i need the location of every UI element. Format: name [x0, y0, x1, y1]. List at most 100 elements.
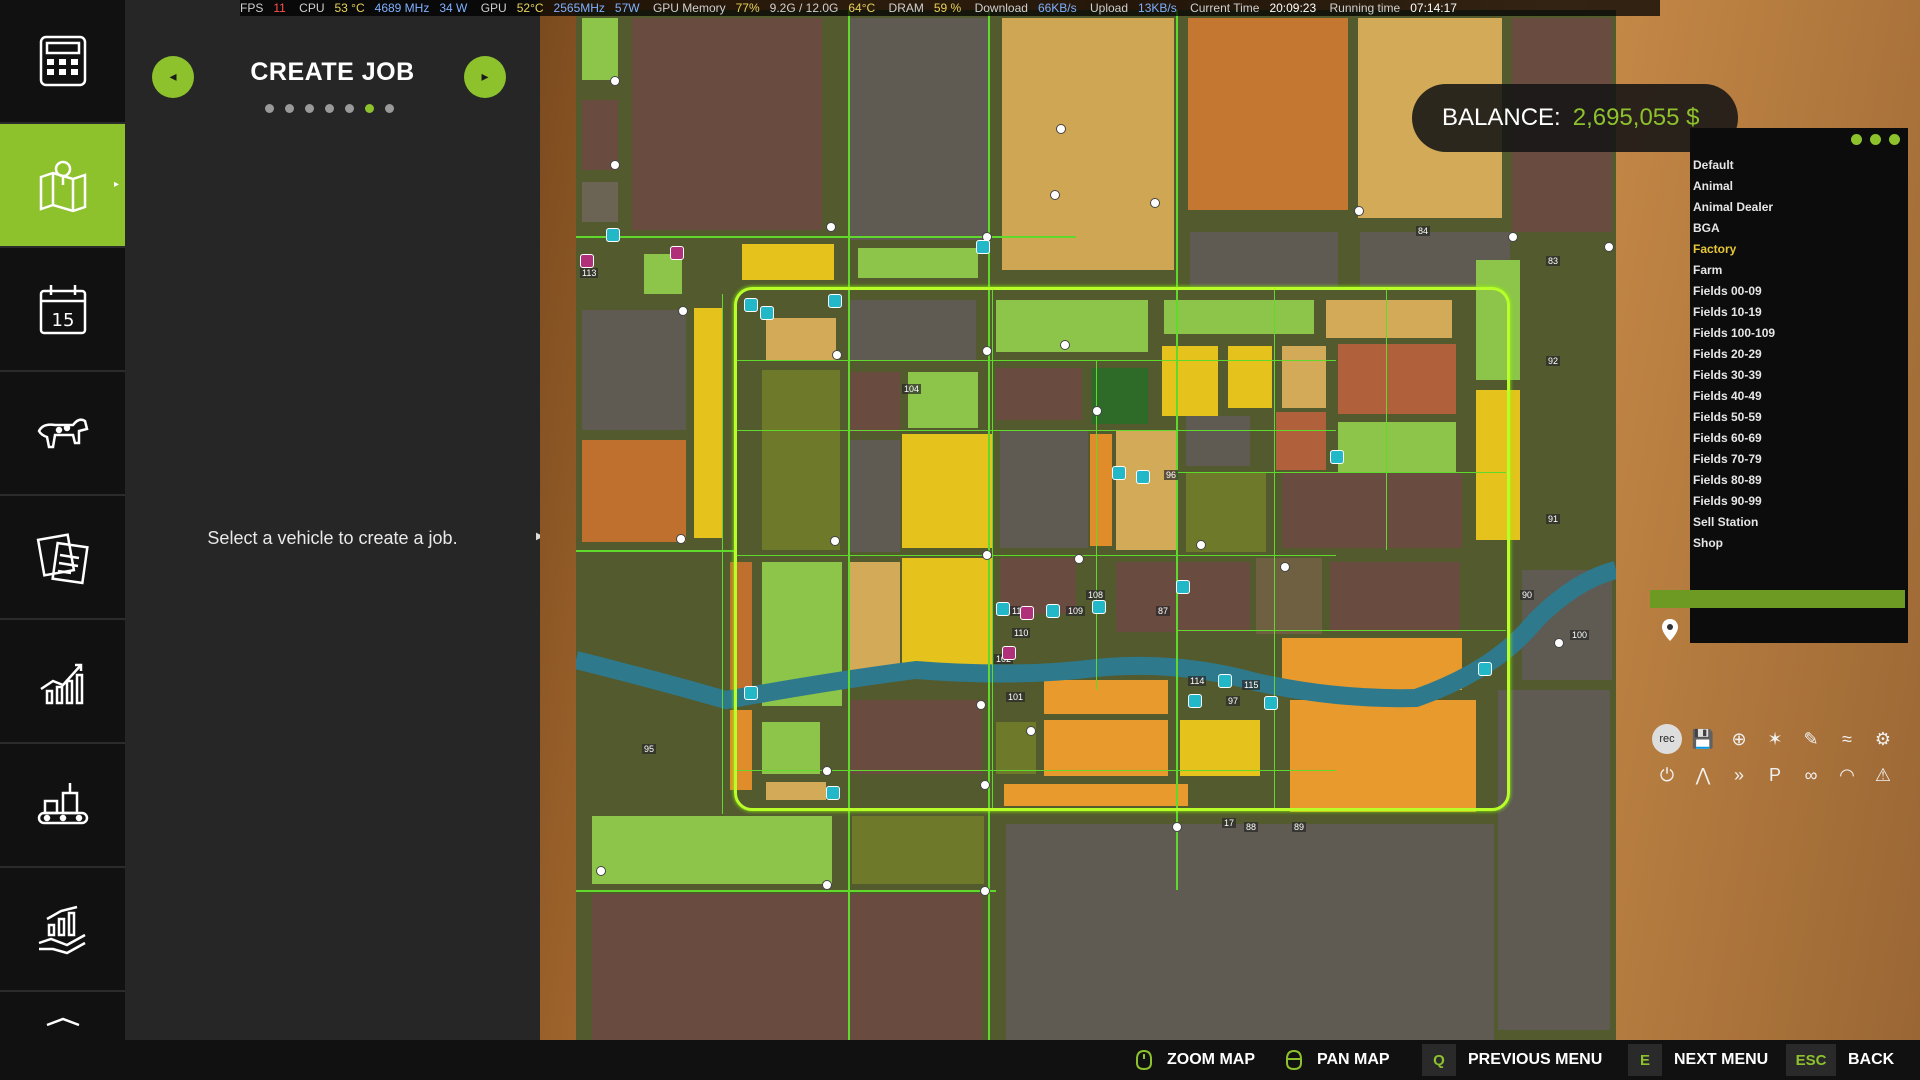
course-icon[interactable]: ≈ — [1832, 724, 1862, 754]
speed-icon[interactable]: ◠ — [1832, 760, 1862, 790]
map-pin[interactable] — [980, 780, 990, 790]
map-pin[interactable] — [1196, 540, 1206, 550]
loop-icon[interactable]: ∞ — [1796, 760, 1826, 790]
page-dot[interactable] — [385, 104, 394, 113]
location-pin-icon[interactable] — [1660, 618, 1680, 642]
vehicle-marker[interactable] — [744, 298, 758, 312]
next-menu-hint[interactable]: E NEXT MENU — [1628, 1040, 1768, 1080]
map-view[interactable]: 113 104 96 84 83 92 91 90 100 112 110 10… — [576, 10, 1616, 1040]
hotspot-item[interactable]: Fields 00-09 — [1693, 281, 1775, 302]
vehicle-marker[interactable] — [826, 786, 840, 800]
page-dot[interactable] — [365, 104, 374, 113]
edit-waypoint-icon[interactable]: ✎ — [1796, 724, 1826, 754]
sidebar-item-contracts[interactable] — [0, 496, 125, 620]
map-pin[interactable] — [826, 222, 836, 232]
hotspot-item[interactable]: Fields 50-59 — [1693, 407, 1775, 428]
vehicle-marker[interactable] — [1136, 470, 1150, 484]
hotspot-item[interactable]: Default — [1693, 155, 1775, 176]
map-pin[interactable] — [822, 766, 832, 776]
hotspot-item[interactable]: Fields 70-79 — [1693, 449, 1775, 470]
back-hint[interactable]: ESC BACK — [1786, 1040, 1894, 1080]
hotspot-item[interactable]: Fields 20-29 — [1693, 344, 1775, 365]
sidebar-item-statistics[interactable] — [0, 620, 125, 744]
road-icon[interactable]: ⋀ — [1688, 760, 1718, 790]
map-pin[interactable] — [1554, 638, 1564, 648]
map-pin[interactable] — [1056, 124, 1066, 134]
map-pin[interactable] — [676, 534, 686, 544]
settings-icon[interactable]: ⚙ — [1868, 724, 1898, 754]
vehicle-marker[interactable] — [1002, 646, 1016, 660]
map-pin[interactable] — [678, 306, 688, 316]
page-dot[interactable] — [325, 104, 334, 113]
vehicle-marker[interactable] — [1478, 662, 1492, 676]
map-pin[interactable] — [1508, 232, 1518, 242]
next-page-button[interactable]: ▸ — [464, 56, 506, 98]
hotspot-item[interactable]: BGA — [1693, 218, 1775, 239]
page-dot[interactable] — [305, 104, 314, 113]
vehicle-marker[interactable] — [1176, 580, 1190, 594]
hotspot-item[interactable]: Fields 10-19 — [1693, 302, 1775, 323]
menu-icon[interactable] — [1889, 134, 1900, 145]
power-icon[interactable]: ⏻ — [1652, 760, 1682, 790]
record-icon[interactable]: rec — [1652, 724, 1682, 754]
map-pin[interactable] — [982, 550, 992, 560]
hotspot-item[interactable]: Factory — [1693, 239, 1775, 260]
add-waypoint-icon[interactable]: ⊕ — [1724, 724, 1754, 754]
hotspot-item[interactable]: Shop — [1693, 533, 1775, 554]
delete-line-icon[interactable]: ✶ — [1760, 724, 1790, 754]
vehicle-marker[interactable] — [1092, 600, 1106, 614]
hotspot-item[interactable]: Fields 30-39 — [1693, 365, 1775, 386]
map-pin[interactable] — [610, 160, 620, 170]
map-pin[interactable] — [1150, 198, 1160, 208]
sidebar-item-finances[interactable] — [0, 868, 125, 992]
hotspot-item[interactable]: Sell Station — [1693, 512, 1775, 533]
sidebar-item-calendar[interactable]: 15 — [0, 248, 125, 372]
sidebar-item-production[interactable] — [0, 744, 125, 868]
hotspot-item[interactable]: Fields 60-69 — [1693, 428, 1775, 449]
map-pin[interactable] — [1354, 206, 1364, 216]
map-pin[interactable] — [830, 536, 840, 546]
map-pin[interactable] — [976, 700, 986, 710]
vehicle-marker[interactable] — [1218, 674, 1232, 688]
vehicle-marker[interactable] — [580, 254, 594, 268]
vehicle-marker[interactable] — [976, 240, 990, 254]
vehicle-marker[interactable] — [760, 306, 774, 320]
sidebar-item-map[interactable]: ▸ — [0, 124, 125, 248]
hotspot-item[interactable]: Fields 40-49 — [1693, 386, 1775, 407]
sidebar-item-more[interactable] — [0, 992, 125, 1040]
page-dot[interactable] — [265, 104, 274, 113]
sidebar-item-animals[interactable] — [0, 372, 125, 496]
map-pin[interactable] — [610, 76, 620, 86]
vehicle-marker[interactable] — [996, 602, 1010, 616]
map-pin[interactable] — [1280, 562, 1290, 572]
sidebar-item-prices[interactable] — [0, 0, 125, 124]
page-dot[interactable] — [345, 104, 354, 113]
hotspot-input-bar[interactable] — [1650, 590, 1905, 608]
zoom-map-hint[interactable]: ZOOM MAP — [1133, 1040, 1255, 1080]
map-pin[interactable] — [982, 346, 992, 356]
previous-menu-hint[interactable]: Q PREVIOUS MENU — [1422, 1040, 1602, 1080]
map-pin[interactable] — [1050, 190, 1060, 200]
hotspot-item[interactable]: Animal Dealer — [1693, 197, 1775, 218]
hotspot-item[interactable]: Fields 80-89 — [1693, 470, 1775, 491]
map-pin[interactable] — [1604, 242, 1614, 252]
vehicle-marker[interactable] — [1112, 466, 1126, 480]
map-pin[interactable] — [1092, 406, 1102, 416]
map-pin[interactable] — [822, 880, 832, 890]
hotspot-item[interactable]: Fields 100-109 — [1693, 323, 1775, 344]
vehicle-marker[interactable] — [1330, 450, 1344, 464]
vehicle-marker[interactable] — [744, 686, 758, 700]
map-pin[interactable] — [596, 866, 606, 876]
add-icon[interactable] — [1851, 134, 1862, 145]
warning-icon[interactable]: ⚠ — [1868, 760, 1898, 790]
page-dot[interactable] — [285, 104, 294, 113]
vehicle-marker[interactable] — [1020, 606, 1034, 620]
map-pin[interactable] — [1060, 340, 1070, 350]
hotspot-item[interactable]: Animal — [1693, 176, 1775, 197]
map-pin[interactable] — [980, 886, 990, 896]
parking-icon[interactable]: P — [1760, 760, 1790, 790]
map-pin[interactable] — [832, 350, 842, 360]
hotspot-item[interactable]: Farm — [1693, 260, 1775, 281]
map-pin[interactable] — [1074, 554, 1084, 564]
vehicle-marker[interactable] — [670, 246, 684, 260]
